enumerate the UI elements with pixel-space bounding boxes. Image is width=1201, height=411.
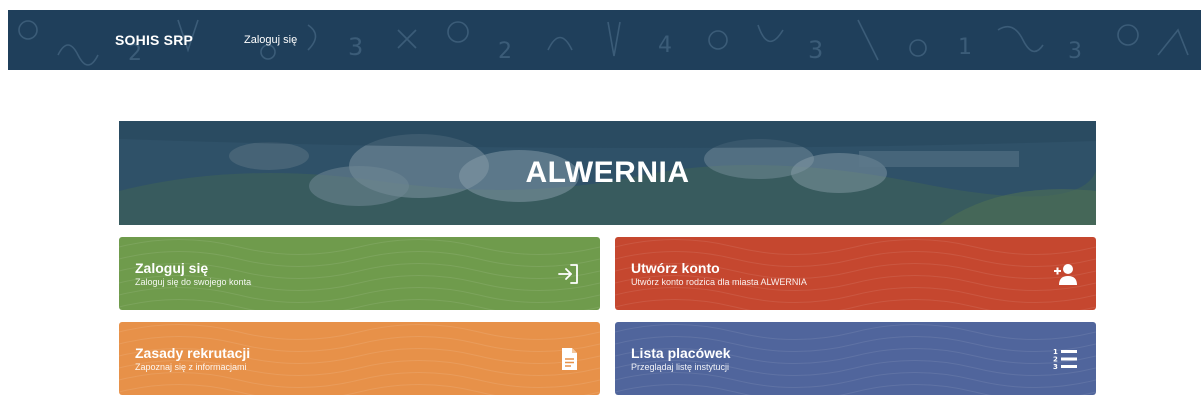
svg-text:3: 3 (1068, 39, 1082, 64)
hero-title: ALWERNIA (525, 156, 690, 189)
svg-text:3: 3 (348, 33, 363, 61)
brand-logo[interactable]: SOHIS SRP (115, 32, 193, 48)
nav-login-link[interactable]: Zaloguj się (244, 34, 297, 46)
add-user-icon (1054, 264, 1077, 285)
create-account-tile[interactable]: Utwórz konto Utwórz konto rodzica dla mi… (615, 237, 1096, 310)
recruitment-rules-tile[interactable]: Zasady rekrutacji Zapoznaj się z informa… (119, 322, 600, 395)
login-tile-subtitle: Zaloguj się do swojego konta (135, 277, 252, 287)
navbar: 2 3 2 4 3 1 3 SOHIS SRP Zaloguj się (8, 10, 1201, 70)
institutions-list-tile[interactable]: Lista placówek Przeglądaj listę instytuc… (615, 322, 1096, 395)
svg-text:4: 4 (658, 33, 672, 58)
create-account-tile-title: Utwórz konto (631, 260, 720, 276)
login-tile[interactable]: Zaloguj się Zaloguj się do swojego konta (119, 237, 600, 310)
institutions-list-tile-subtitle: Przeglądaj listę instytucji (631, 362, 730, 372)
svg-text:3: 3 (1053, 363, 1058, 371)
institutions-list-tile-title: Lista placówek (631, 345, 731, 361)
svg-text:3: 3 (808, 36, 823, 64)
document-icon (562, 348, 577, 370)
recruitment-rules-tile-title: Zasady rekrutacji (135, 345, 251, 361)
sign-in-icon (558, 264, 578, 284)
recruitment-rules-tile-subtitle: Zapoznaj się z informacjami (135, 362, 247, 372)
svg-text:1: 1 (958, 35, 972, 60)
top-strip (0, 0, 1201, 10)
login-tile-title: Zaloguj się (135, 260, 209, 276)
numbered-list-icon: 1 2 3 (1053, 348, 1077, 371)
svg-text:2: 2 (498, 39, 512, 64)
create-account-tile-subtitle: Utwórz konto rodzica dla miasta ALWERNIA (631, 277, 807, 287)
hero-banner: ALWERNIA (119, 121, 1096, 225)
